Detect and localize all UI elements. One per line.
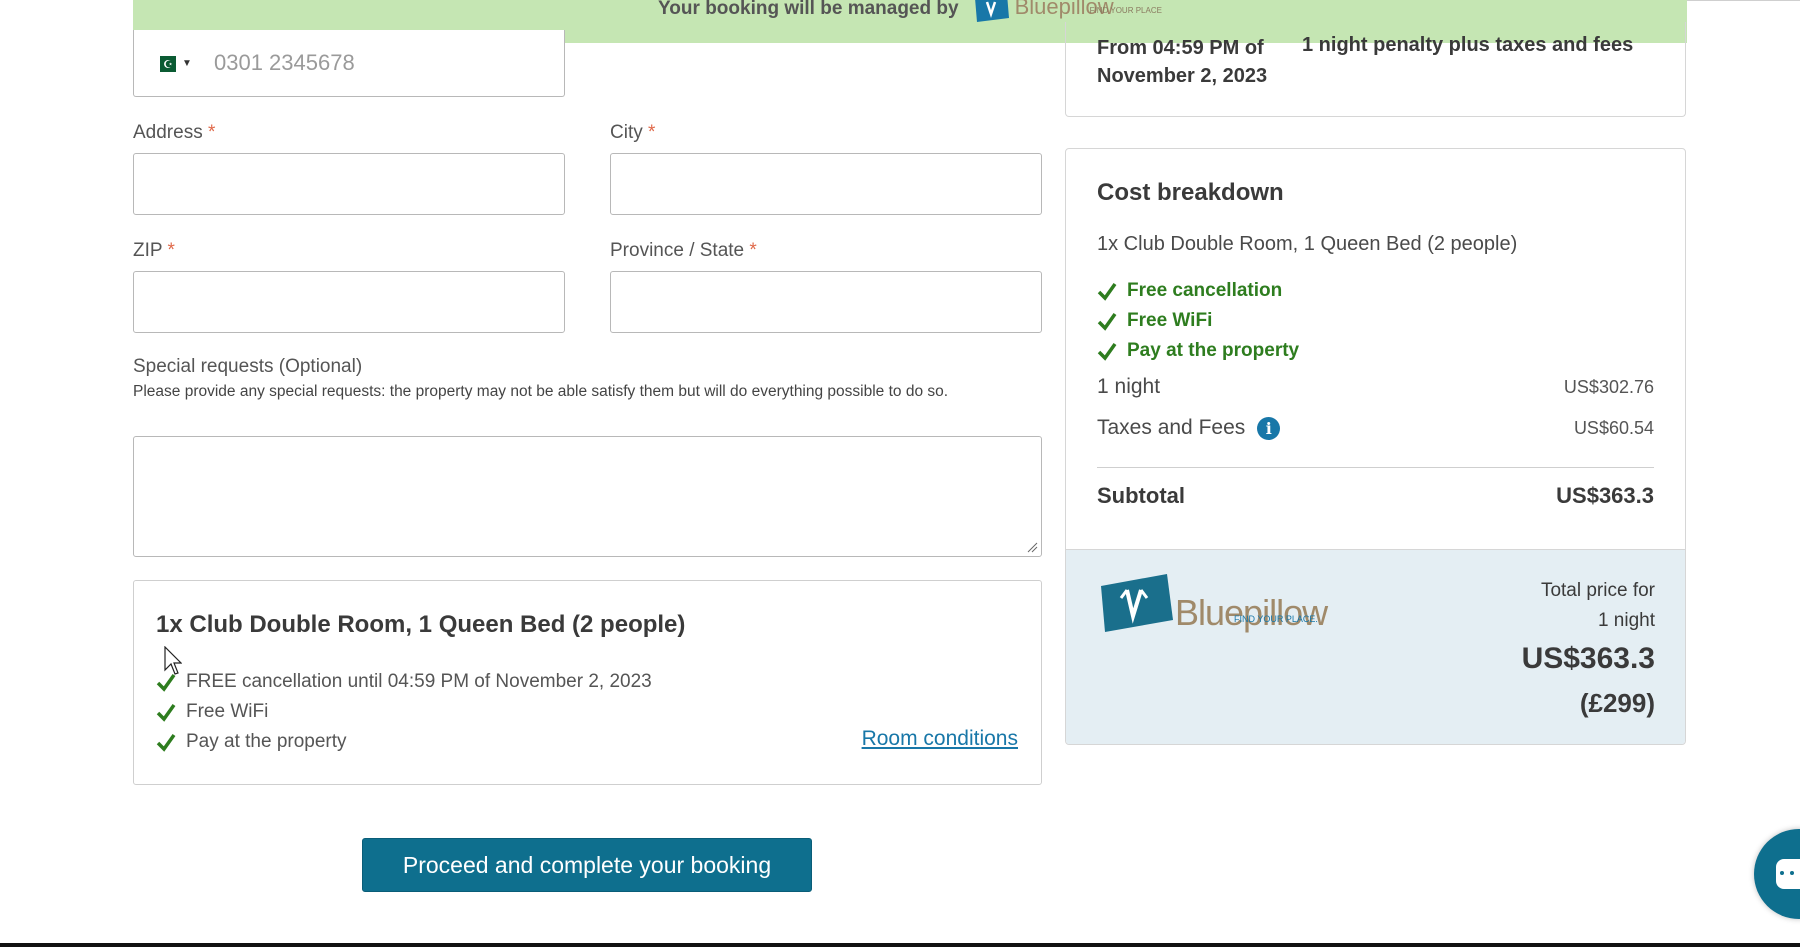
info-icon[interactable]: i	[1257, 416, 1281, 440]
required-mark: *	[749, 240, 757, 261]
checkmark-icon	[1097, 312, 1117, 331]
phone-input[interactable]	[212, 42, 546, 84]
top-divider	[1687, 0, 1800, 1]
cost-perks-list: Free cancellation Free WiFi Pay at the p…	[1097, 276, 1299, 366]
checkmark-icon	[1097, 342, 1117, 361]
city-label-text: City	[610, 122, 643, 143]
bottom-bar	[0, 943, 1800, 947]
list-item: Free WiFi	[156, 697, 652, 727]
perk-text: Pay at the property	[1127, 340, 1300, 361]
total-label-line2: 1 night	[1597, 610, 1655, 631]
night-row: 1 night US$302.76	[1097, 375, 1654, 399]
room-conditions-link[interactable]: Room conditions	[862, 727, 1018, 751]
mouse-cursor-icon	[164, 646, 182, 675]
list-item: Free WiFi	[1097, 306, 1299, 336]
city-label: City *	[610, 122, 655, 144]
cost-breakdown-card: Cost breakdown 1x Club Double Room, 1 Qu…	[1065, 148, 1686, 745]
policy-penalty: 1 night penalty plus taxes and fees	[1302, 34, 1634, 56]
room-feature-text: FREE cancellation until 04:59 PM of Nove…	[186, 671, 652, 692]
special-requests-label: Special requests (Optional)	[133, 356, 363, 377]
policy-date: From 04:59 PM of November 2, 2023	[1097, 34, 1267, 90]
room-title: 1x Club Double Room, 1 Queen Bed (2 peop…	[156, 611, 686, 638]
zip-label-text: ZIP	[133, 240, 163, 261]
province-label: Province / State *	[610, 240, 757, 262]
chevron-down-icon[interactable]: ▼	[182, 58, 192, 69]
address-label: Address *	[133, 122, 215, 144]
pillow-icon	[974, 0, 1009, 22]
checkmark-icon	[156, 703, 176, 722]
checkmark-icon	[156, 733, 176, 752]
zip-field	[133, 271, 565, 333]
subtotal-label: Subtotal	[1097, 483, 1185, 508]
address-field	[133, 153, 565, 215]
taxes-label-wrap: Taxes and Fees i	[1097, 416, 1281, 440]
special-requests-field[interactable]	[133, 436, 1042, 557]
list-item: FREE cancellation until 04:59 PM of Nove…	[156, 667, 652, 697]
list-item: Free cancellation	[1097, 276, 1299, 306]
perk-text: Free cancellation	[1127, 280, 1283, 301]
total-label-line1: Total price for	[1540, 580, 1655, 601]
night-label: 1 night	[1097, 375, 1161, 398]
list-item: Pay at the property	[1097, 336, 1299, 366]
cost-breakdown-title: Cost breakdown	[1097, 179, 1284, 206]
province-field	[610, 271, 1042, 333]
chat-bubble-icon	[1776, 859, 1800, 889]
checkmark-icon	[1097, 282, 1117, 301]
cost-room-name: 1x Club Double Room, 1 Queen Bed (2 peop…	[1097, 233, 1518, 255]
required-mark: *	[167, 240, 175, 261]
taxes-label: Taxes and Fees	[1097, 416, 1246, 439]
zip-label: ZIP *	[133, 240, 175, 262]
perk-text: Free WiFi	[1127, 310, 1213, 331]
banner-logo-tagline: FIND YOUR PLACE	[1089, 6, 1162, 15]
total-price-value: US$363.3	[1521, 642, 1655, 675]
total-price-gbp: (£299)	[1579, 688, 1655, 718]
province-label-text: Province / State	[610, 240, 745, 261]
taxes-row: Taxes and Fees i US$60.54	[1097, 416, 1654, 440]
city-field	[610, 153, 1042, 215]
resize-handle-icon[interactable]	[1026, 541, 1038, 553]
city-input[interactable]	[611, 154, 1041, 214]
proceed-booking-button[interactable]: Proceed and complete your booking	[362, 838, 812, 892]
pillow-icon	[1101, 574, 1173, 632]
special-requests-note: Please provide any special requests: the…	[133, 383, 949, 400]
pakistan-flag-icon[interactable]: ☪	[154, 56, 176, 72]
policy-date-line2: November 2, 2023	[1097, 65, 1268, 87]
taxes-value: US$60.54	[1573, 417, 1654, 438]
cancellation-policy-card: From 04:59 PM of November 2, 2023 1 nigh…	[1065, 22, 1686, 117]
policy-date-line1: From 04:59 PM of	[1097, 37, 1264, 59]
logo-tagline: FIND YOUR PLACE.	[1234, 614, 1318, 624]
logo-word: Bluepillow	[1175, 592, 1328, 633]
phone-field: ☪ ▼	[133, 30, 565, 97]
banner-text: Your booking will be managed by	[658, 0, 959, 19]
zip-input[interactable]	[134, 272, 564, 332]
address-label-text: Address	[133, 122, 203, 143]
total-price-label: Total price for 1 night	[1455, 576, 1655, 636]
subtotal-row: Subtotal US$363.3	[1097, 483, 1654, 509]
night-value: US$302.76	[1563, 376, 1654, 397]
required-mark: *	[207, 122, 216, 143]
cost-divider	[1097, 467, 1654, 468]
room-summary-card: 1x Club Double Room, 1 Queen Bed (2 peop…	[133, 580, 1042, 785]
total-price-panel: Bluepillow FIND YOUR PLACE. Total price …	[1066, 549, 1685, 744]
required-mark: *	[648, 122, 656, 143]
address-input[interactable]	[134, 154, 564, 214]
subtotal-value: US$363.3	[1556, 483, 1654, 508]
room-features-list: FREE cancellation until 04:59 PM of Nove…	[156, 667, 652, 757]
chat-button[interactable]	[1754, 829, 1800, 919]
room-feature-text: Free WiFi	[186, 701, 269, 722]
list-item: Pay at the property	[156, 727, 652, 757]
province-input[interactable]	[611, 272, 1041, 332]
room-feature-text: Pay at the property	[186, 731, 347, 752]
bluepillow-logo: Bluepillow FIND YOUR PLACE.	[1097, 572, 1328, 634]
bluepillow-banner-logo: Bluepillow FIND YOUR PLACE	[973, 0, 1162, 22]
